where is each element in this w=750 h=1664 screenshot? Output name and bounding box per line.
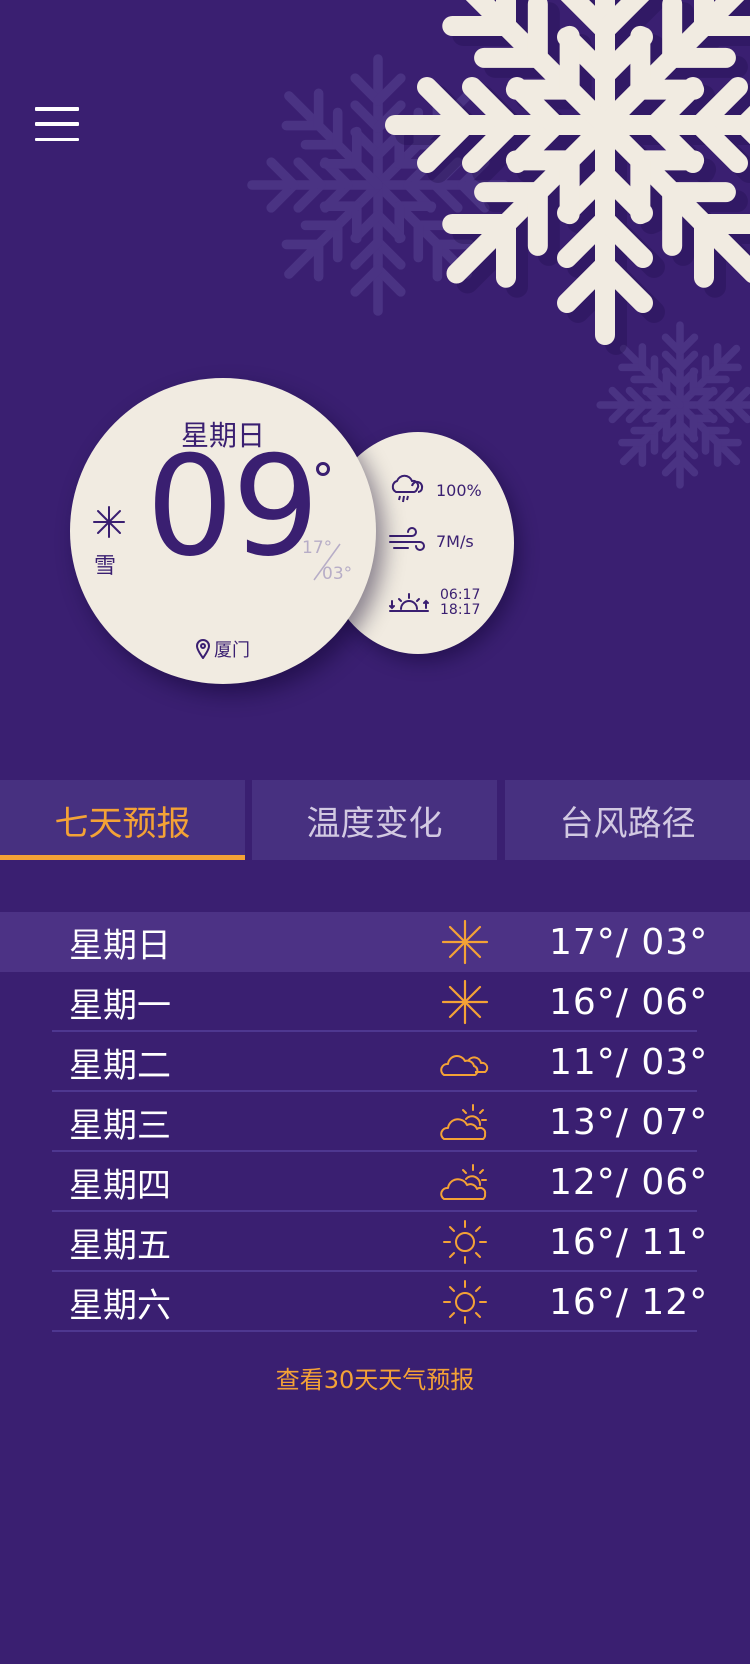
temp-range: 17° 03° — [302, 538, 362, 584]
humidity-row: 100% — [388, 474, 482, 506]
tab-temperature[interactable]: 温度变化 — [252, 780, 497, 860]
location-name: 厦门 — [214, 640, 250, 661]
forecast-list: 星期日 17°/ 03° 星期一 16°/ 06° 星期二 11°/ 03° 星… — [0, 912, 750, 1332]
snow-icon — [441, 919, 489, 965]
wind-value: 7M/s — [436, 531, 474, 551]
humidity-value: 100% — [436, 480, 482, 500]
rain-cloud-icon — [391, 474, 424, 503]
forecast-row[interactable]: 星期四 12°/ 06° — [0, 1152, 750, 1212]
current-temperature: 09 — [146, 426, 320, 587]
sunrise-time: 06:17 — [440, 587, 481, 603]
cloud-icon — [440, 1055, 489, 1076]
wind-row: 7M/s — [388, 526, 474, 556]
forecast-row[interactable]: 星期六 16°/ 12° — [0, 1272, 750, 1332]
thirty-day-forecast-link[interactable]: 查看30天天气预报 — [0, 1360, 750, 1395]
sunrise-sunset-icon — [389, 592, 429, 612]
snow-icon — [93, 506, 125, 538]
forecast-row[interactable]: 星期五 16°/ 11° — [0, 1212, 750, 1272]
sun-row: 06:17 18:17 — [388, 588, 480, 617]
sun-icon — [443, 1220, 487, 1264]
low-temp: 03° — [322, 564, 353, 584]
forecast-row[interactable]: 星期日 17°/ 03° — [0, 912, 750, 972]
tab-typhoon[interactable]: 台风路径 — [505, 780, 750, 860]
condition-label: 雪 — [94, 554, 117, 579]
wind-icon — [389, 527, 425, 551]
current-weather-card: 星期日 09 雪 17° 03° 厦门 — [70, 378, 376, 684]
partly-sunny-icon — [440, 1164, 487, 1200]
menu-icon — [35, 107, 79, 111]
partly-sunny-icon — [440, 1104, 487, 1140]
location-pin-icon — [196, 639, 210, 659]
tab-bar: 七天预报 温度变化 台风路径 — [0, 780, 750, 860]
forecast-row[interactable]: 星期一 16°/ 06° — [0, 972, 750, 1032]
sunset-time: 18:17 — [440, 601, 481, 618]
menu-button[interactable] — [35, 107, 79, 141]
sun-icon — [443, 1280, 487, 1324]
tab-seven-day[interactable]: 七天预报 — [0, 780, 245, 860]
degree-symbol — [316, 462, 330, 476]
snow-icon — [441, 979, 489, 1025]
location-button[interactable]: 厦门 — [70, 636, 376, 662]
forecast-row[interactable]: 星期二 11°/ 03° — [0, 1032, 750, 1092]
forecast-row[interactable]: 星期三 13°/ 07° — [0, 1092, 750, 1152]
